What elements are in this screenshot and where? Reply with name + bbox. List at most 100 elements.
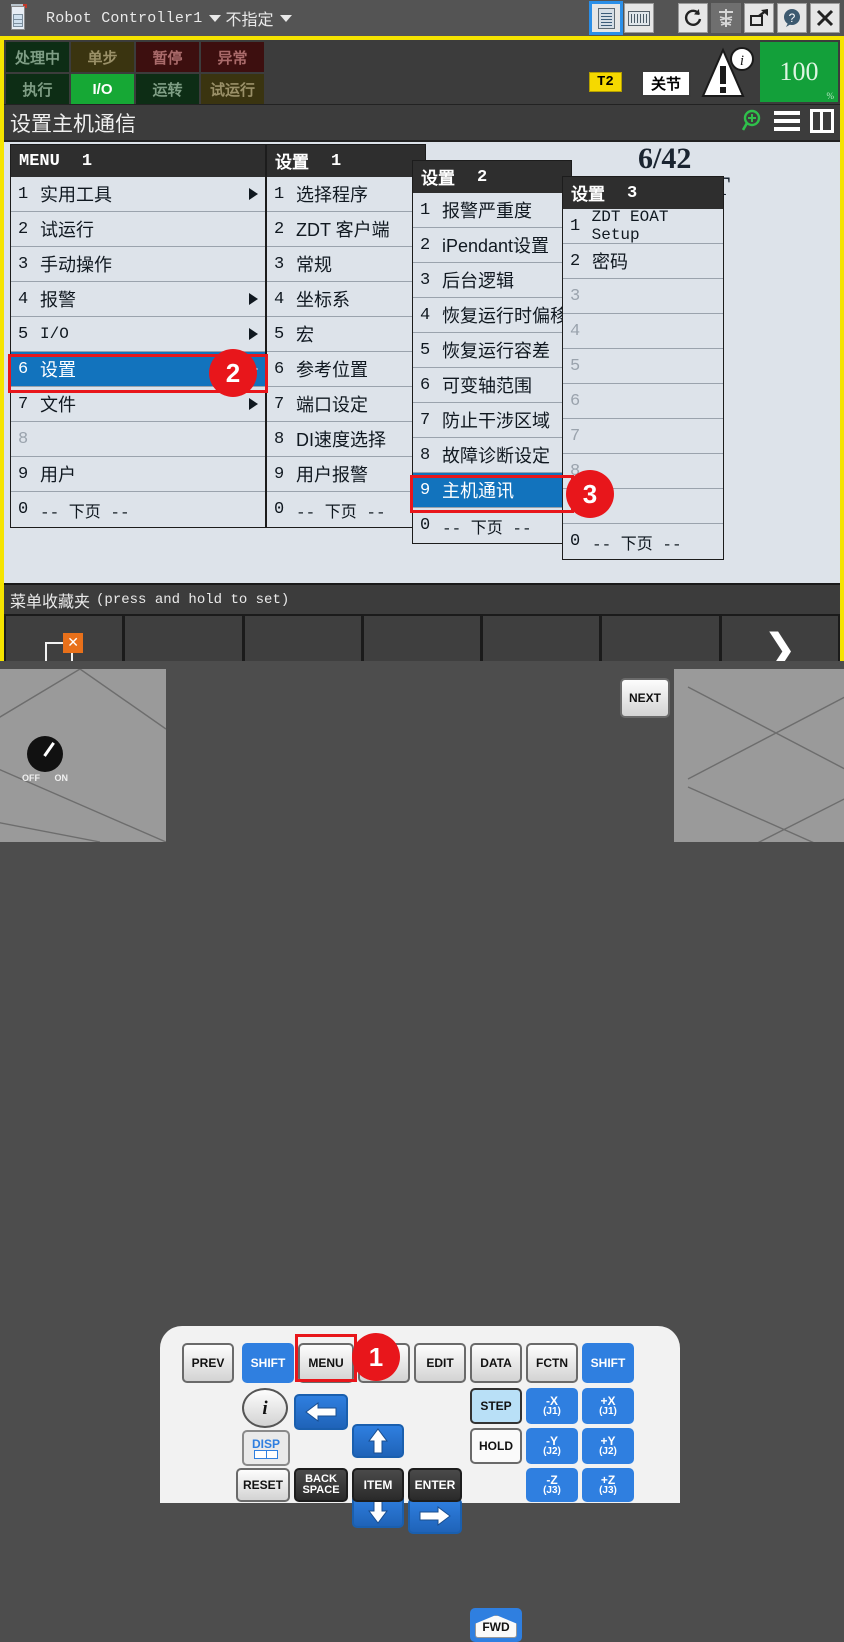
key-data[interactable]: DATA xyxy=(470,1343,522,1383)
menu-item-test-run[interactable]: 2 试运行 xyxy=(11,212,265,247)
key-item[interactable]: ITEM xyxy=(352,1468,404,1502)
close-button[interactable] xyxy=(810,3,840,33)
status-fault: 异常 xyxy=(201,42,264,72)
item-label: 宏 xyxy=(296,325,314,345)
key-menu[interactable]: MENU xyxy=(298,1343,354,1383)
key-fwd[interactable]: FWD xyxy=(470,1608,522,1642)
menu-item-host-comm[interactable]: 9 主机通讯 xyxy=(413,473,571,508)
menu-panel-settings2-header: 设置 2 xyxy=(413,161,571,193)
item-label: 文件 xyxy=(40,395,76,415)
setting-item-port-init[interactable]: 7 端口设定 xyxy=(267,387,425,422)
key-step[interactable]: STEP xyxy=(470,1388,522,1424)
setting2-item-resume-offset[interactable]: 4 恢复运行时偏移 xyxy=(413,298,571,333)
pendant-screen: 处理中 单步 暂停 异常 执行 I/O 运转 试运行 T2 关节 i 100 %… xyxy=(0,36,844,683)
key-disp[interactable]: DISP xyxy=(242,1430,290,1466)
item-index: 4 xyxy=(570,321,581,341)
chevron-down-icon-2[interactable] xyxy=(280,14,293,22)
menu-item-manual-op[interactable]: 3 手动操作 xyxy=(11,247,265,282)
key-jog-minus-z[interactable]: -Z (J3) xyxy=(526,1468,578,1502)
item-label: -- 下页 -- xyxy=(592,535,682,554)
menu-panel-settings3-header: 设置 3 xyxy=(563,177,723,209)
key-backspace[interactable]: BACK SPACE xyxy=(294,1468,348,1502)
setting2-item-next-page[interactable]: 0 -- 下页 -- xyxy=(413,508,571,543)
zoom-in-icon[interactable] xyxy=(741,109,764,133)
setting3-item-zdt-eoat[interactable]: 1 ZDT EOAT Setup xyxy=(563,208,723,244)
setting-item-frames[interactable]: 4 坐标系 xyxy=(267,282,425,317)
key-enter[interactable]: ENTER xyxy=(408,1468,462,1502)
item-index: 5 xyxy=(420,340,431,360)
key-right-arrow[interactable] xyxy=(408,1498,462,1534)
chevron-down-icon[interactable] xyxy=(209,14,222,22)
split-view-icon[interactable] xyxy=(810,109,834,133)
key-hold[interactable]: HOLD xyxy=(470,1428,522,1464)
item-index: 8 xyxy=(274,429,285,449)
item-index: 8 xyxy=(18,429,29,449)
setting-item-macro[interactable]: 5宏 xyxy=(267,317,425,352)
setting-item-user-alarm[interactable]: 9 用户报警 xyxy=(267,457,425,492)
speed-override-unit: % xyxy=(826,91,835,101)
key-edit[interactable]: EDIT xyxy=(414,1343,466,1383)
setting2-item-ipendant[interactable]: 2 iPendant设置 xyxy=(413,228,571,263)
key-shift-right[interactable]: SHIFT xyxy=(582,1343,634,1383)
key-jog-minus-y[interactable]: -Y (J2) xyxy=(526,1428,578,1464)
setting2-item-resume-tol[interactable]: 5 恢复运行容差 xyxy=(413,333,571,368)
setting3-item-password[interactable]: 2 密码 xyxy=(563,244,723,279)
setting-item-zdt-client[interactable]: 2 ZDT 客户端 xyxy=(267,212,425,247)
menu-panel-main-title: MENU xyxy=(19,151,60,171)
setting2-item-axis-range[interactable]: 6 可变轴范围 xyxy=(413,368,571,403)
setting3-item-next-page[interactable]: 0 -- 下页 -- xyxy=(563,524,723,559)
favorites-hint: (press and hold to set) xyxy=(96,591,290,608)
item-index: 2 xyxy=(420,235,431,255)
item-label: 故障诊断设定 xyxy=(442,446,550,466)
popout-button[interactable] xyxy=(744,3,774,33)
refresh-icon xyxy=(684,9,702,26)
refresh-button[interactable] xyxy=(678,3,708,33)
backspace-label-top: BACK xyxy=(305,1473,337,1485)
menu-item-utilities[interactable]: 1 实用工具 xyxy=(11,177,265,212)
keyboard-button[interactable] xyxy=(624,3,654,33)
item-index: 6 xyxy=(420,375,431,395)
menu-item-next-page[interactable]: 0 -- 下页 -- xyxy=(11,492,265,527)
status-io: I/O xyxy=(71,74,134,104)
key-prev[interactable]: PREV xyxy=(182,1343,234,1383)
menu-item-alarm[interactable]: 4 报警 xyxy=(11,282,265,317)
setting2-item-interference[interactable]: 7 防止干涉区域 xyxy=(413,403,571,438)
menu-item-io[interactable]: 5 I/O xyxy=(11,317,265,352)
setting3-item-empty-6: 6 xyxy=(563,384,723,419)
setting2-item-bg-logic[interactable]: 3 后台逻辑 xyxy=(413,263,571,298)
keyboard-icon xyxy=(628,10,650,26)
key-shift-left[interactable]: SHIFT xyxy=(242,1343,294,1383)
item-label: 恢复运行时偏移 xyxy=(442,306,568,326)
status-bar: 处理中 单步 暂停 异常 执行 I/O 运转 试运行 T2 关节 i 100 % xyxy=(4,40,840,104)
warning-info-icon: i xyxy=(699,46,757,101)
item-index: 1 xyxy=(18,184,29,204)
setting-item-di-speed[interactable]: 8 DI速度选择 xyxy=(267,422,425,457)
key-reset[interactable]: RESET xyxy=(236,1468,290,1502)
robot-tree-button[interactable] xyxy=(711,3,741,33)
key-next[interactable]: NEXT xyxy=(620,678,670,718)
key-jog-minus-x[interactable]: -X (J1) xyxy=(526,1388,578,1424)
key-jog-plus-z[interactable]: +Z (J3) xyxy=(582,1468,634,1502)
item-label: DI速度选择 xyxy=(296,430,386,450)
setting-item-select-program[interactable]: 1 选择程序 xyxy=(267,177,425,212)
callout-bubble-3: 3 xyxy=(566,470,614,518)
setting-item-next-page[interactable]: 0 -- 下页 -- xyxy=(267,492,425,527)
setting-item-ref-position[interactable]: 6 参考位置 xyxy=(267,352,425,387)
key-up-arrow[interactable] xyxy=(352,1424,404,1458)
key-left-arrow[interactable] xyxy=(294,1394,348,1430)
setting2-item-alarm-severity[interactable]: 1 报警严重度 xyxy=(413,193,571,228)
teach-enable-knob[interactable]: OFF ON xyxy=(22,736,68,783)
submenu-arrow-icon xyxy=(249,398,258,410)
help-button[interactable]: ? xyxy=(777,3,807,33)
key-jog-plus-y[interactable]: +Y (J2) xyxy=(582,1428,634,1464)
jog-label: -X xyxy=(546,1394,558,1408)
key-info[interactable]: i xyxy=(242,1388,288,1428)
setting-item-general[interactable]: 3 常规 xyxy=(267,247,425,282)
submenu-arrow-icon xyxy=(249,328,258,340)
menu-item-user[interactable]: 9 用户 xyxy=(11,457,265,492)
setting2-item-diagnostics[interactable]: 8 故障诊断设定 xyxy=(413,438,571,473)
pendant-view-button[interactable] xyxy=(589,1,623,35)
key-fctn[interactable]: FCTN xyxy=(526,1343,578,1383)
key-jog-plus-x[interactable]: +X (J1) xyxy=(582,1388,634,1424)
menu-list-icon[interactable] xyxy=(774,111,800,131)
